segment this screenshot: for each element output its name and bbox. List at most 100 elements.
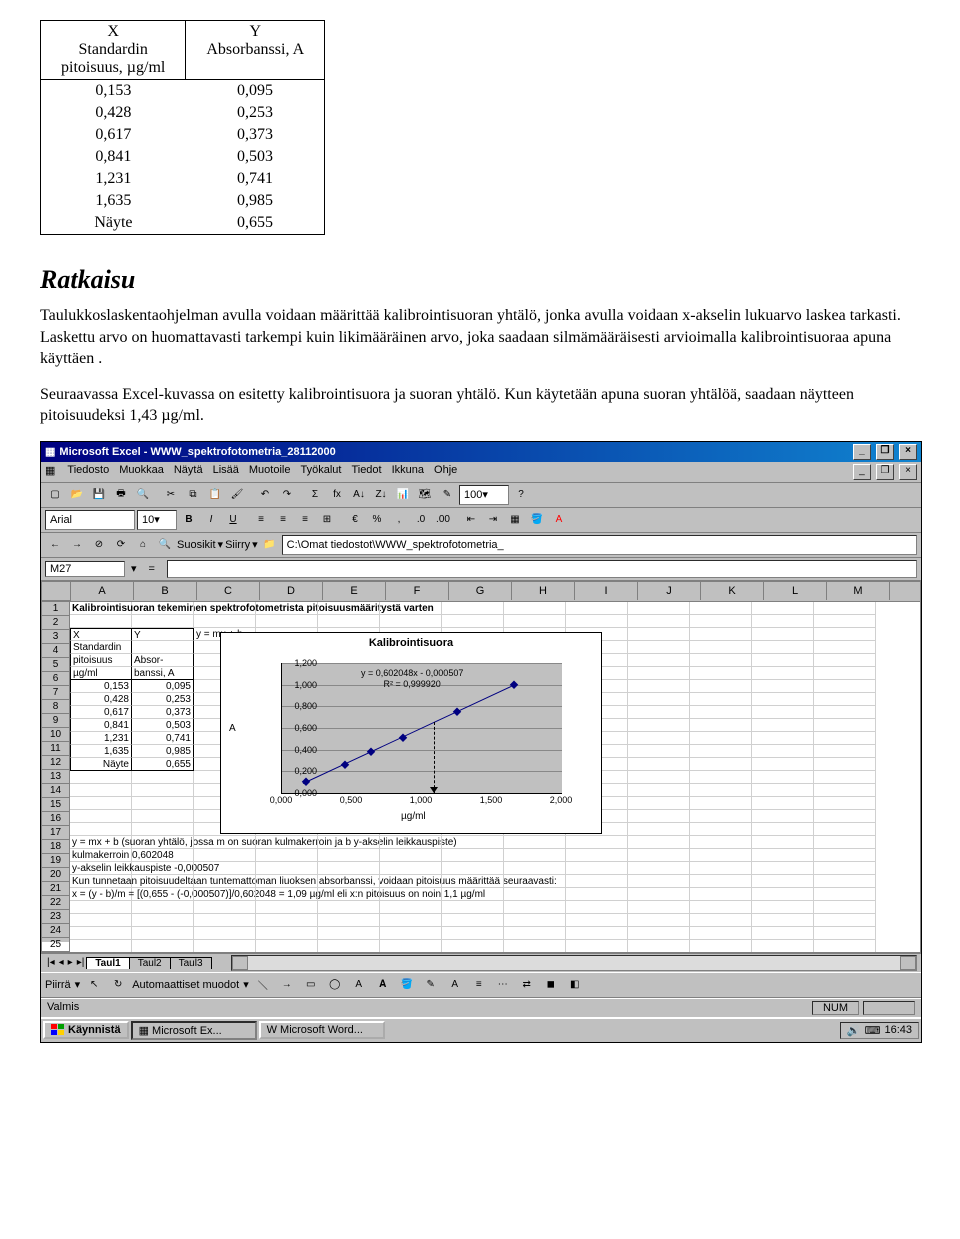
cell[interactable]: 0,373 (132, 706, 194, 719)
font-color-icon[interactable]: A (549, 510, 569, 530)
menu-help[interactable]: Ohje (434, 464, 457, 480)
sheet-tabs[interactable]: |◂ ◂ ▸ ▸| Taul1 Taul2 Taul3 (41, 953, 921, 972)
cell[interactable] (194, 849, 256, 862)
cell[interactable] (814, 745, 876, 758)
cell[interactable]: banssi, A (132, 667, 194, 680)
cell[interactable] (628, 732, 690, 745)
cell[interactable] (256, 927, 318, 940)
cell[interactable] (628, 628, 690, 641)
cell[interactable] (752, 888, 814, 901)
tab-nav-last-icon[interactable]: ▸| (75, 957, 87, 968)
drawing-icon[interactable]: ✎ (437, 485, 457, 505)
cell[interactable] (752, 940, 814, 953)
cell[interactable] (318, 836, 380, 849)
cell[interactable] (628, 927, 690, 940)
cell[interactable] (690, 654, 752, 667)
percent-icon[interactable]: % (367, 510, 387, 530)
system-tray[interactable]: 🔊 ⌨ 16:43 (840, 1022, 919, 1039)
cell[interactable] (628, 680, 690, 693)
cell[interactable] (318, 940, 380, 953)
autosum-icon[interactable]: Σ (305, 485, 325, 505)
cell[interactable]: pitoisuus (70, 654, 132, 667)
3d-icon[interactable]: ◧ (565, 975, 585, 995)
sheet-tab-3[interactable]: Taul3 (170, 957, 212, 969)
wordart-icon[interactable]: 𝐀 (373, 975, 393, 995)
cell[interactable] (256, 836, 318, 849)
cell[interactable] (70, 927, 132, 940)
stop-icon[interactable]: ⊘ (89, 535, 109, 555)
cell[interactable] (628, 784, 690, 797)
cell[interactable] (628, 823, 690, 836)
cell[interactable] (318, 875, 380, 888)
row-header[interactable]: 8 (42, 700, 70, 714)
cell[interactable] (690, 667, 752, 680)
col-header[interactable]: F (386, 582, 449, 600)
cell[interactable]: 0,153 (70, 680, 132, 693)
cell[interactable] (628, 940, 690, 953)
cell[interactable] (628, 745, 690, 758)
cell[interactable] (566, 875, 628, 888)
cell[interactable] (690, 823, 752, 836)
cell[interactable] (194, 836, 256, 849)
cell[interactable] (132, 849, 194, 862)
row-header[interactable]: 22 (42, 896, 70, 910)
cell[interactable] (814, 706, 876, 719)
row-header[interactable]: 15 (42, 798, 70, 812)
cell[interactable] (132, 940, 194, 953)
cell[interactable]: Kun tunnetaan pitoisuudeltaan tuntematto… (70, 875, 132, 888)
cell[interactable] (442, 615, 504, 628)
col-header[interactable]: D (260, 582, 323, 600)
cell[interactable]: x = (y - b)/m = [(0,655 - (-0,000507)]/0… (70, 888, 132, 901)
cell[interactable] (690, 706, 752, 719)
cell[interactable] (814, 927, 876, 940)
cell[interactable] (628, 797, 690, 810)
cell[interactable] (380, 836, 442, 849)
cell[interactable] (814, 719, 876, 732)
maximize-button[interactable]: ❐ (876, 444, 894, 460)
row-header[interactable]: 9 (42, 714, 70, 728)
tab-nav-first-icon[interactable]: |◂ (45, 957, 57, 968)
col-header[interactable]: E (323, 582, 386, 600)
cell[interactable] (132, 641, 194, 654)
refresh-icon[interactable]: ⟳ (111, 535, 131, 555)
cell[interactable] (690, 875, 752, 888)
cell[interactable]: 0,841 (70, 719, 132, 732)
menubar[interactable]: ▦ Tiedosto Muokkaa Näytä Lisää Muotoile … (41, 462, 921, 483)
cell[interactable] (380, 927, 442, 940)
formatting-toolbar[interactable]: Arial 10 ▾ B I U ≡ ≡ ≡ ⊞ € % , .0 .00 ⇤ … (41, 508, 921, 533)
cell[interactable] (814, 693, 876, 706)
cell[interactable]: 0,741 (132, 732, 194, 745)
cell[interactable] (628, 849, 690, 862)
paste-icon[interactable]: 📋 (205, 485, 225, 505)
cell[interactable] (690, 693, 752, 706)
cell[interactable] (814, 771, 876, 784)
row-header[interactable]: 23 (42, 910, 70, 924)
open-icon[interactable]: 📂 (67, 485, 87, 505)
font-name-combo[interactable]: Arial (45, 510, 135, 530)
cell[interactable]: Kalibrointisuoran tekeminen spektrofotom… (70, 602, 132, 615)
menu-file[interactable]: Tiedosto (67, 464, 109, 480)
cell[interactable] (690, 641, 752, 654)
cell[interactable] (814, 849, 876, 862)
dropdown-icon[interactable]: ▾ (131, 562, 137, 575)
font-color-icon[interactable]: A (445, 975, 465, 995)
line-icon[interactable]: ＼ (253, 975, 273, 995)
cell[interactable] (380, 875, 442, 888)
cell[interactable] (256, 901, 318, 914)
cell[interactable]: Y (132, 628, 194, 641)
cell[interactable]: Näyte (70, 758, 132, 771)
cell[interactable] (380, 901, 442, 914)
cell[interactable] (132, 875, 194, 888)
chart-icon[interactable]: 📊 (393, 485, 413, 505)
cell[interactable] (690, 615, 752, 628)
cell[interactable] (566, 602, 628, 615)
cell[interactable] (690, 901, 752, 914)
cell[interactable] (442, 888, 504, 901)
indent-inc-icon[interactable]: ⇥ (483, 510, 503, 530)
cell[interactable] (628, 602, 690, 615)
cell[interactable] (194, 602, 256, 615)
row-header[interactable]: 17 (42, 826, 70, 840)
line-style-icon[interactable]: ≡ (469, 975, 489, 995)
row-header[interactable]: 10 (42, 728, 70, 742)
indent-dec-icon[interactable]: ⇤ (461, 510, 481, 530)
